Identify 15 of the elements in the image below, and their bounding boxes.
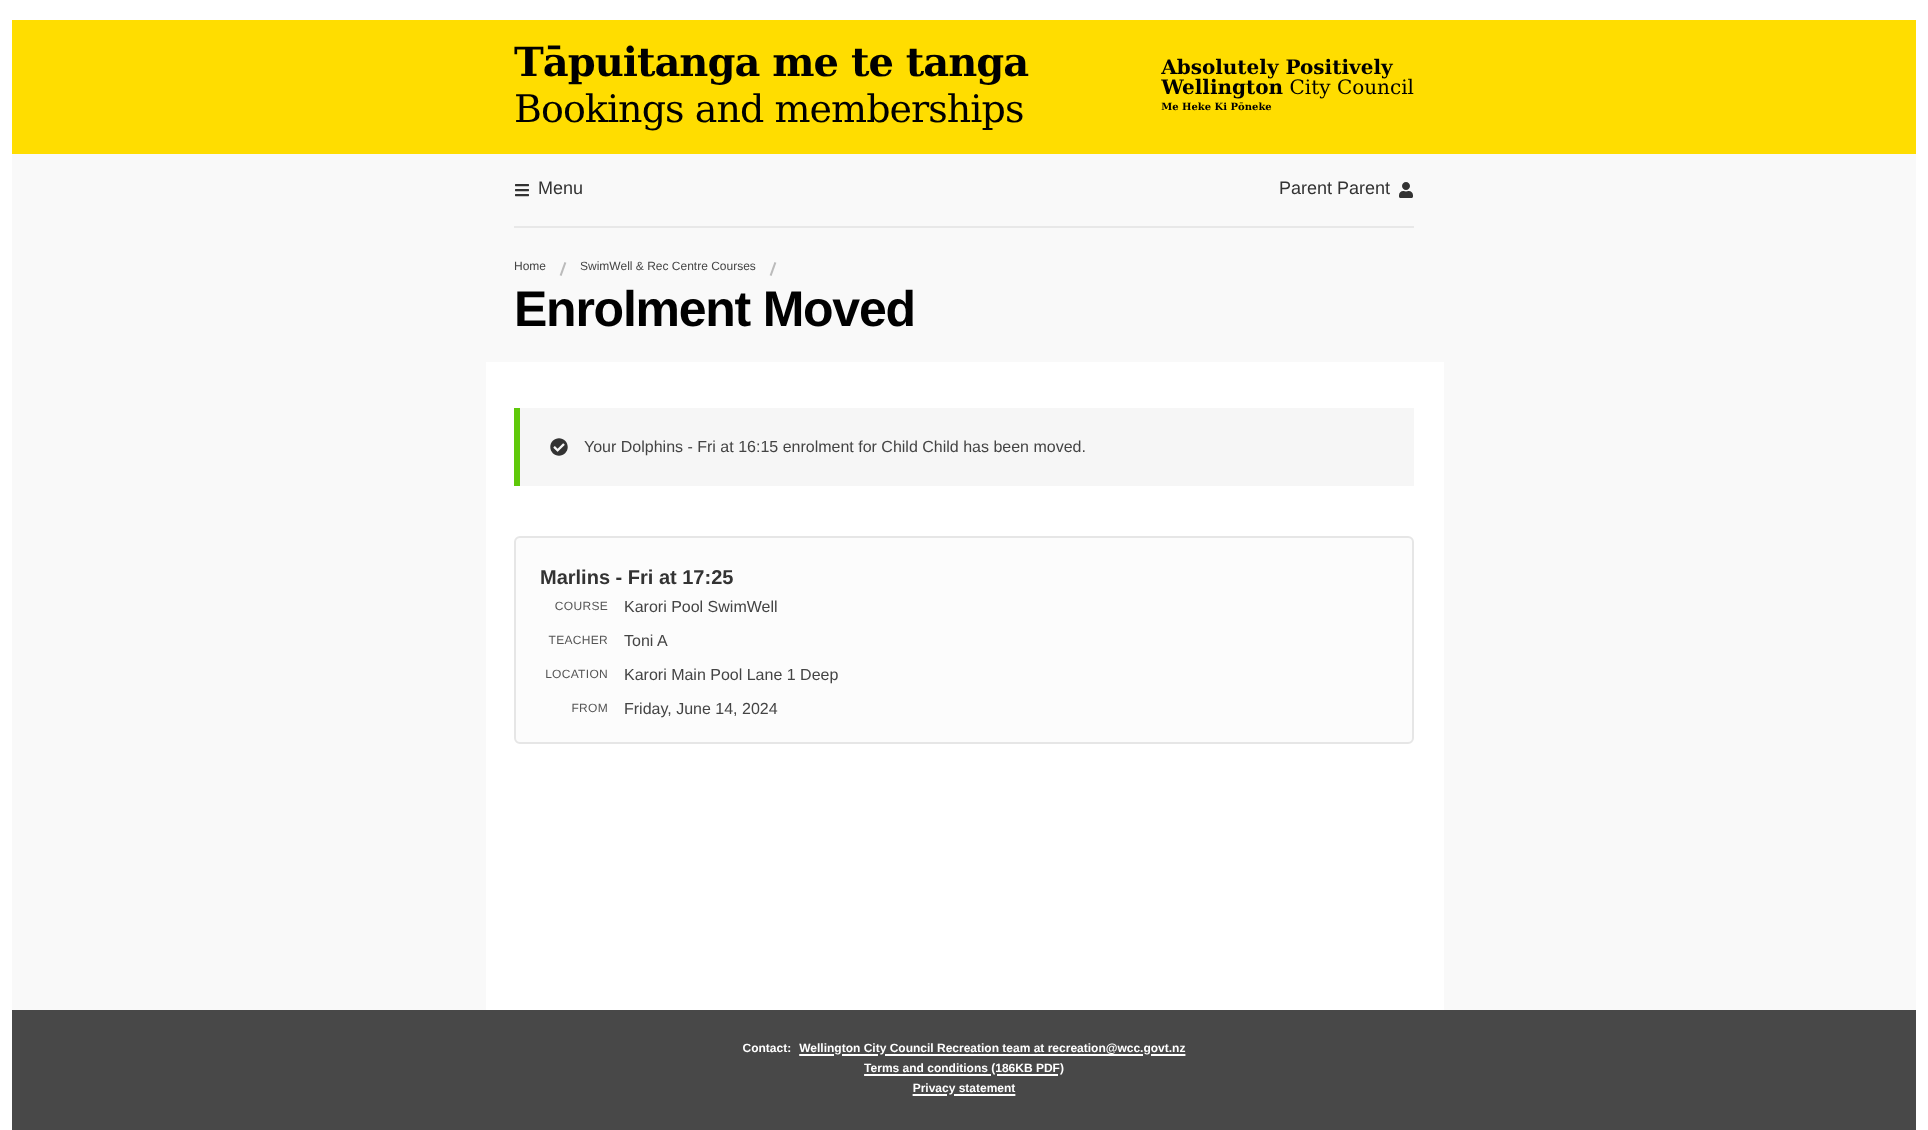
enrolment-title: Marlins - Fri at 17:25 <box>540 566 736 594</box>
field-value: Toni A <box>624 630 670 654</box>
alert-message: Your Dolphins - Fri at 16:15 enrolment for Child Child has been moved. <box>584 435 1086 459</box>
site-subtitle: Bookings and memberships <box>514 88 1026 136</box>
site-title: Tāpuitanga me te tanga <box>514 38 1029 89</box>
user-button[interactable]: Parent Parent <box>1278 176 1414 204</box>
menu-button[interactable]: Menu <box>514 176 584 204</box>
menu-icon <box>514 182 530 198</box>
council-logo-line: Absolutely Positively <box>1161 60 1393 80</box>
user-icon <box>1398 182 1414 198</box>
council-logo-line: Wellington City Council <box>1161 80 1414 100</box>
page-title: Enrolment Moved <box>514 286 917 336</box>
field-value: Karori Main Pool Lane 1 Deep <box>624 664 841 688</box>
field-value: Friday, June 14, 2024 <box>624 698 780 722</box>
field-value: Karori Pool SwimWell <box>624 596 780 620</box>
